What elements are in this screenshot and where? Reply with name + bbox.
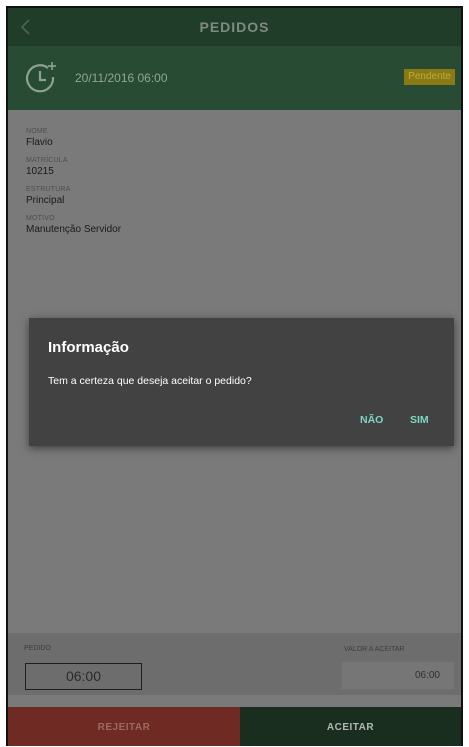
- pedido-label: PEDIDO: [24, 645, 51, 652]
- field-label: ESTRUTURA: [26, 186, 71, 193]
- field-label: MOTIVO: [26, 215, 55, 222]
- pedido-value-field[interactable]: 06:00: [25, 663, 142, 690]
- field-motivo: MOTIVO Manutenção Servidor: [26, 215, 121, 235]
- yes-button[interactable]: SIM: [410, 414, 429, 426]
- amount-section: PEDIDO 06:00 VALOR A ACEITAR 06:00: [8, 633, 461, 695]
- order-header: 20/11/2016 06:00 Pendente: [8, 46, 461, 110]
- dialog-title: Informação: [48, 339, 129, 356]
- dialog-message: Tem a certeza que deseja aceitar o pedid…: [48, 375, 252, 387]
- accept-button[interactable]: ACEITAR: [240, 707, 461, 746]
- field-estrutura: ESTRUTURA Principal: [26, 186, 121, 206]
- confirm-dialog: Informação Tem a certeza que deseja acei…: [29, 318, 454, 446]
- field-label: NOME: [26, 128, 48, 135]
- order-datetime: 20/11/2016 06:00: [75, 71, 168, 85]
- field-nome: NOME Flavio: [26, 128, 121, 148]
- reject-button[interactable]: REJEITAR: [8, 707, 240, 746]
- valor-value-field[interactable]: 06:00: [342, 662, 454, 689]
- field-value: Flavio: [26, 137, 53, 148]
- clock-plus-icon: [25, 62, 56, 93]
- no-button[interactable]: NÃO: [360, 414, 383, 426]
- page-title: PEDIDOS: [199, 19, 270, 35]
- app-screen: PEDIDOS 20/11/2016 06:00 Pendente NOME F…: [6, 6, 463, 746]
- field-value: Manutenção Servidor: [26, 224, 122, 235]
- field-value: Principal: [26, 195, 65, 206]
- field-label: MATRÍCULA: [26, 157, 68, 164]
- valor-label: VALOR A ACEITAR: [344, 646, 405, 653]
- status-badge: Pendente: [404, 69, 455, 85]
- field-matricula: MATRÍCULA 10215: [26, 157, 121, 177]
- app-bar: PEDIDOS: [8, 8, 461, 46]
- field-value: 10215: [26, 166, 54, 177]
- order-details: NOME Flavio MATRÍCULA 10215 ESTRUTURA Pr…: [26, 128, 121, 244]
